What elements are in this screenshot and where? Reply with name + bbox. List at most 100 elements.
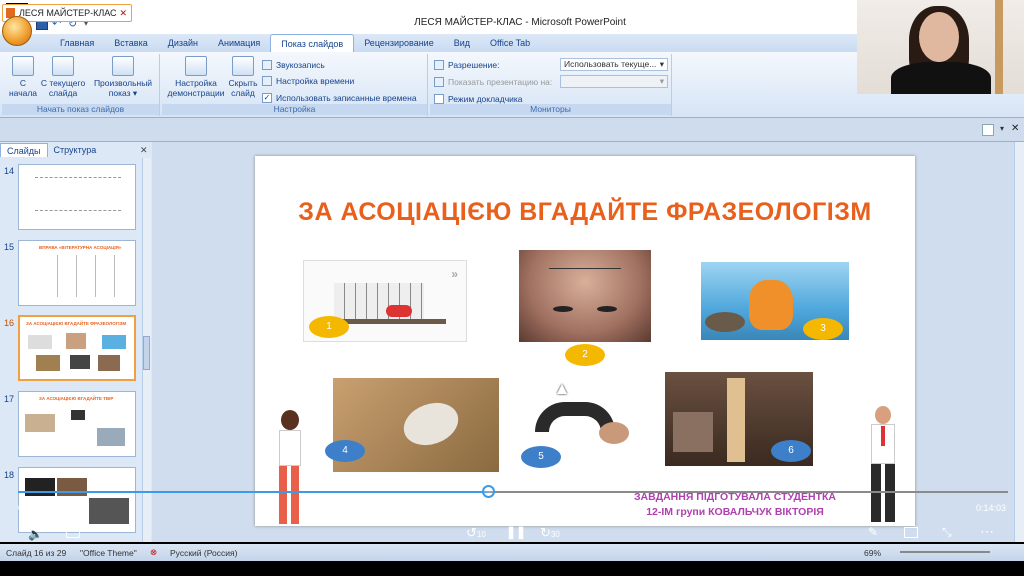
setup-show-button[interactable]: Настройка демонстрации bbox=[164, 56, 228, 98]
slide-thumbnail-16[interactable]: ЗА АСОЦІАЦІЄЮ ВГАДАЙТЕ ФРАЗЕОЛОГІЗМ bbox=[18, 315, 136, 381]
zoom-slider[interactable] bbox=[900, 551, 990, 553]
slide-number: 14 bbox=[4, 166, 15, 176]
tab-design[interactable]: Дизайн bbox=[158, 34, 208, 52]
forward-icon[interactable]: ↻30 bbox=[540, 525, 560, 541]
thumb-grid-graphic bbox=[39, 255, 115, 297]
pen-icon[interactable]: ✎ bbox=[868, 525, 878, 539]
group-label-start: Начать показ слайдов bbox=[2, 104, 159, 115]
volume-icon[interactable]: 🔈 bbox=[28, 527, 43, 541]
close-pane-icon[interactable]: ✕ bbox=[140, 145, 148, 156]
thumb-image bbox=[36, 355, 60, 371]
show-on-dropdown[interactable]: ▾ bbox=[560, 75, 668, 88]
thumb-image bbox=[57, 478, 87, 496]
document-tabs-bar bbox=[0, 118, 1024, 142]
show-on-label-row: Показать презентацию на: bbox=[434, 75, 552, 88]
group-start-slideshow: С начала С текущего слайда Произвольный … bbox=[2, 54, 160, 116]
slide-thumbnail-18[interactable] bbox=[18, 467, 136, 533]
miniplayer-icon[interactable] bbox=[904, 527, 918, 538]
tab-view[interactable]: Вид bbox=[444, 34, 480, 52]
use-timings-label: Использовать записанные времена bbox=[276, 92, 417, 103]
from-start-label: С начала bbox=[8, 78, 38, 98]
use-timings-checkbox[interactable]: ✓ Использовать записанные времена bbox=[262, 91, 417, 104]
bottom-bar bbox=[0, 561, 1024, 576]
rewind-icon[interactable]: ↺10 bbox=[466, 525, 486, 541]
tab-animation[interactable]: Анимация bbox=[208, 34, 270, 52]
group-setup: Настройка демонстрации Скрыть слайд Звук… bbox=[162, 54, 428, 116]
tab-slideshow[interactable]: Показ слайдов bbox=[270, 34, 355, 52]
slideshow-start-icon bbox=[12, 56, 34, 76]
status-slide-info: Слайд 16 из 29 bbox=[6, 548, 67, 558]
thumb-image bbox=[89, 498, 129, 524]
slide-title: ЗА АСОЦІАЦІЄЮ ВГАДАЙТЕ ФРАЗЕОЛОГІЗМ bbox=[298, 198, 872, 226]
status-zoom[interactable]: 69% bbox=[864, 548, 881, 558]
tab-insert[interactable]: Вставка bbox=[104, 34, 157, 52]
tab-office-tab[interactable]: Office Tab bbox=[480, 34, 540, 52]
microphone-icon bbox=[262, 59, 272, 70]
window-title: ЛЕСЯ МАЙСТЕР-КЛАС - Microsoft PowerPoint bbox=[414, 17, 626, 28]
resolution-value: Использовать текуще... bbox=[564, 59, 657, 69]
scrollbar-thumb[interactable] bbox=[143, 336, 150, 370]
fullscreen-exit-icon[interactable]: ⤡ bbox=[942, 525, 952, 540]
rehearse-timings-button[interactable]: Настройка времени bbox=[262, 74, 354, 87]
editor-scrollbar[interactable] bbox=[1014, 142, 1024, 542]
status-language[interactable]: Русский (Россия) bbox=[170, 548, 237, 558]
webcam-overlay bbox=[857, 0, 1024, 94]
close-icon[interactable]: ✕ bbox=[119, 5, 127, 21]
custom-show-icon bbox=[112, 56, 134, 76]
pause-icon[interactable]: ❚❚ bbox=[506, 525, 526, 539]
hide-slide-icon bbox=[232, 56, 254, 76]
from-start-button[interactable]: С начала bbox=[6, 56, 40, 98]
presenter-view-label: Режим докладчика bbox=[448, 93, 523, 104]
record-narration-button[interactable]: Звукозапись bbox=[262, 58, 325, 71]
from-current-button[interactable]: С текущего слайда bbox=[40, 56, 86, 98]
thumb-image bbox=[25, 478, 55, 496]
rehearse-timings-label: Настройка времени bbox=[276, 75, 355, 86]
custom-show-button[interactable]: Произвольный показ ▾ bbox=[90, 56, 156, 98]
resolution-dropdown[interactable]: Использовать текуще... ▾ bbox=[560, 58, 668, 71]
monitor-icon bbox=[434, 59, 444, 70]
slide-thumbnail-14[interactable] bbox=[18, 164, 136, 230]
tab-slides[interactable]: Слайды bbox=[0, 143, 48, 157]
number-bubble: 6 bbox=[771, 440, 811, 462]
record-narration-label: Звукозапись bbox=[276, 59, 325, 70]
number-bubble: 3 bbox=[803, 318, 843, 340]
close-window-icon[interactable]: ✕ bbox=[1011, 123, 1019, 134]
credit-text: ЗАВДАННЯ ПІДГОТУВАЛА СТУДЕНТКА 12-ІМ гру… bbox=[595, 490, 875, 520]
tab-home[interactable]: Главная bbox=[50, 34, 104, 52]
tab-review[interactable]: Рецензирование bbox=[354, 34, 444, 52]
woman-figure-illustration bbox=[267, 408, 317, 526]
slide-canvas[interactable]: ЗА АСОЦІАЦІЄЮ ВГАДАЙТЕ ФРАЗЕОЛОГІЗМ » 1 … bbox=[255, 156, 915, 526]
office-button[interactable] bbox=[2, 16, 32, 46]
hide-slide-button[interactable]: Скрыть слайд bbox=[226, 56, 260, 98]
from-current-label: С текущего слайда bbox=[40, 78, 86, 98]
group-monitors: Разрешение: Использовать текуще... ▾ Пока… bbox=[430, 54, 672, 116]
slide-number: 15 bbox=[4, 242, 15, 252]
slide-number: 16 bbox=[4, 318, 15, 328]
thumb-title: ЗА АСОЦІАЦІЄЮ ВГАДАЙТЕ ТВІР bbox=[39, 396, 114, 401]
thumb-title: ЗА АСОЦІАЦІЄЮ ВГАДАЙТЕ ФРАЗЕОЛОГІЗМ bbox=[26, 321, 127, 326]
group-label-monitors: Мониторы bbox=[430, 104, 671, 115]
monitor-icon bbox=[434, 76, 444, 87]
slide-number: 17 bbox=[4, 394, 15, 404]
credit-line-2: 12-ІМ групи КОВАЛЬЧУК ВІКТОРІЯ bbox=[646, 506, 824, 518]
tab-outline[interactable]: Структура bbox=[48, 143, 103, 157]
rewind-seconds-label: 10 bbox=[476, 530, 486, 539]
mouse-cursor-icon bbox=[557, 384, 567, 394]
number-bubble: 1 bbox=[309, 316, 349, 338]
new-doc-icon[interactable] bbox=[982, 124, 994, 136]
thumb-image bbox=[97, 428, 125, 446]
custom-show-label: Произвольный показ bbox=[93, 78, 153, 98]
checkbox-checked-icon: ✓ bbox=[262, 92, 272, 103]
spellcheck-icon[interactable]: ⊗ bbox=[150, 547, 157, 558]
document-tab-label: ЛЕСЯ МАЙСТЕР-КЛАС bbox=[19, 8, 117, 18]
slide-thumbnail-17[interactable]: ЗА АСОЦІАЦІЄЮ ВГАДАЙТЕ ТВІР bbox=[18, 391, 136, 457]
slide-thumbnail-15[interactable]: ВПРАВА «ВІТЕРАТУРНА АСОЦІАЦІЯ» bbox=[18, 240, 136, 306]
captions-icon[interactable] bbox=[66, 527, 80, 538]
slide-number: 18 bbox=[4, 470, 15, 480]
chevron-down-icon: ▾ bbox=[659, 76, 664, 86]
tab-list-icon[interactable]: ▾ bbox=[996, 124, 1008, 136]
thumb-image bbox=[102, 335, 126, 349]
number-bubble: 4 bbox=[325, 440, 365, 462]
chevron-down-icon: ▾ bbox=[659, 59, 664, 69]
more-options-icon[interactable]: ⋯ bbox=[980, 523, 994, 540]
